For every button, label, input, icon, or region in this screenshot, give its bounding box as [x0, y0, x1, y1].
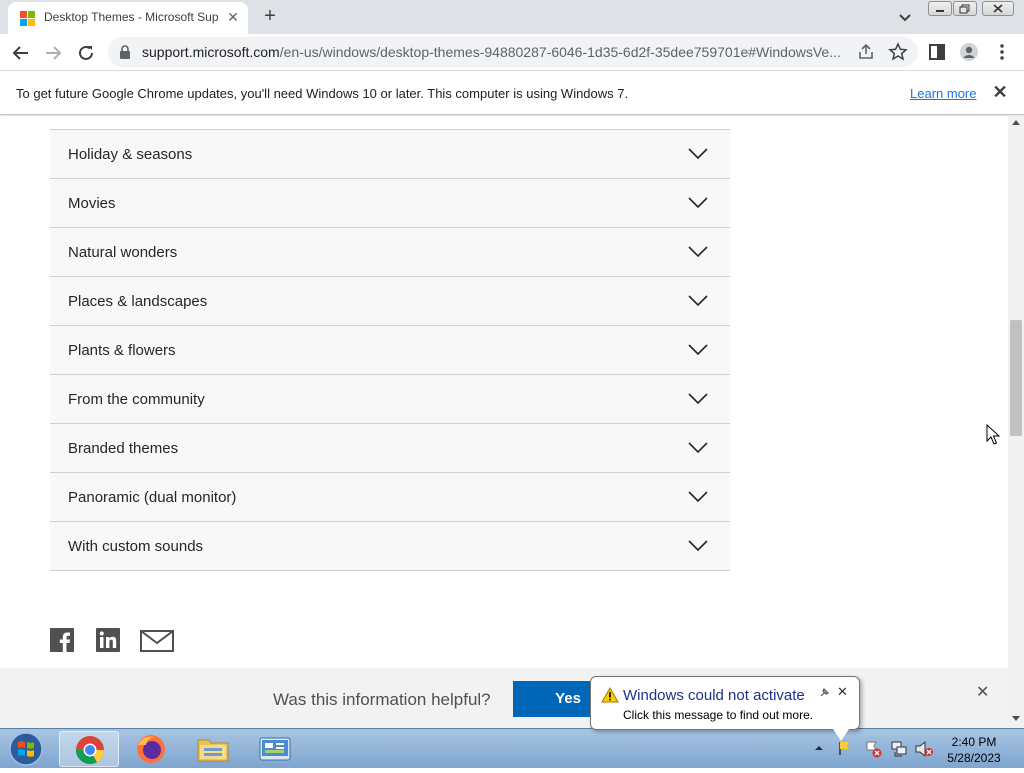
url-host: support.microsoft.com	[142, 44, 280, 60]
volume-muted-icon[interactable]	[914, 740, 934, 758]
start-button[interactable]	[6, 731, 46, 767]
infobar-close-icon[interactable]: ✕	[991, 83, 1009, 101]
facebook-icon[interactable]	[50, 628, 74, 652]
share-icon[interactable]	[856, 42, 876, 62]
mouse-cursor-icon	[986, 424, 1000, 445]
windows-taskbar: 2:40 PM 5/28/2023	[0, 728, 1024, 768]
menu-kebab-icon[interactable]	[992, 42, 1012, 62]
learn-more-link[interactable]: Learn more	[910, 86, 976, 101]
chevron-down-icon	[688, 393, 708, 405]
browser-tab-strip: Desktop Themes - Microsoft Sup ✕ +	[0, 0, 1024, 34]
balloon-message: Click this message to find out more.	[623, 708, 814, 722]
taskbar-chrome-button[interactable]	[59, 731, 119, 767]
forward-icon[interactable]	[40, 40, 66, 66]
profile-avatar-icon[interactable]	[959, 42, 979, 62]
window-close-button[interactable]	[982, 1, 1014, 16]
accordion-item-from-the-community[interactable]: From the community	[50, 375, 730, 424]
accordion-item-label: Branded themes	[68, 440, 179, 457]
taskbar-firefox-button[interactable]	[121, 731, 181, 767]
accordion-item-label: Holiday & seasons	[68, 146, 193, 163]
infobar-message: To get future Google Chrome updates, you…	[16, 86, 629, 101]
accordion-item-holiday-seasons[interactable]: Holiday & seasons	[50, 130, 730, 179]
accordion-item-natural-wonders[interactable]: Natural wonders	[50, 228, 730, 277]
browser-toolbar: support.microsoft.com/en-us/windows/desk…	[0, 34, 1024, 71]
show-hidden-icons-arrow-icon[interactable]	[814, 743, 824, 753]
browser-tab[interactable]: Desktop Themes - Microsoft Sup ✕	[8, 2, 248, 34]
network-icon[interactable]	[890, 740, 908, 758]
accordion-item-label: Plants & flowers	[68, 342, 176, 359]
tab-search-icon[interactable]	[896, 8, 914, 26]
security-warning-icon[interactable]	[864, 740, 882, 758]
url-text[interactable]: support.microsoft.com/en-us/windows/desk…	[142, 44, 842, 60]
warning-icon	[601, 687, 619, 703]
folder-icon	[197, 739, 229, 762]
email-icon[interactable]	[140, 630, 174, 652]
accordion-item-label: With custom sounds	[68, 538, 204, 555]
chevron-down-icon	[688, 540, 708, 552]
accordion-item-label: Panoramic (dual monitor)	[68, 489, 237, 506]
tab-close-icon[interactable]: ✕	[224, 8, 242, 26]
firefox-icon	[137, 735, 165, 763]
accordion-item-movies[interactable]: Movies	[50, 179, 730, 228]
back-icon[interactable]	[8, 40, 34, 66]
activation-notification-balloon[interactable]: Windows could not activate Click this me…	[590, 676, 860, 741]
accordion-item-plants-flowers[interactable]: Plants & flowers	[50, 326, 730, 375]
clock-time: 2:40 PM	[951, 735, 997, 749]
minimize-button[interactable]	[928, 1, 952, 16]
chevron-down-icon	[688, 442, 708, 454]
chrome-icon	[76, 736, 104, 764]
accordion-item-label: Natural wonders	[68, 244, 178, 261]
accordion-item-label: Places & landscapes	[68, 293, 208, 310]
address-bar[interactable]: support.microsoft.com/en-us/windows/desk…	[108, 37, 918, 67]
chevron-down-icon	[688, 491, 708, 503]
accordion-item-custom-sounds[interactable]: With custom sounds	[50, 522, 730, 571]
theme-category-accordion: Holiday & seasons Movies Natural wonders…	[50, 129, 730, 571]
balloon-tail	[833, 729, 849, 741]
taskbar-control-panel-button[interactable]	[245, 731, 305, 767]
balloon-title: Windows could not activate	[623, 687, 805, 704]
scrollbar-thumb[interactable]	[1010, 320, 1022, 436]
pin-icon[interactable]	[819, 686, 831, 698]
taskbar-explorer-button[interactable]	[183, 731, 243, 767]
taskbar-clock[interactable]: 2:40 PM 5/28/2023	[936, 734, 1012, 766]
action-center-flag-icon[interactable]	[836, 739, 854, 757]
reload-icon[interactable]	[73, 40, 99, 66]
page-scrollbar[interactable]	[1008, 116, 1024, 728]
scroll-up-arrow-icon[interactable]	[1012, 120, 1020, 125]
balloon-close-icon[interactable]: ✕	[837, 684, 848, 700]
accordion-item-label: From the community	[68, 391, 205, 408]
chevron-down-icon	[688, 295, 708, 307]
clock-date: 5/28/2023	[947, 751, 1001, 765]
new-tab-button[interactable]: +	[259, 6, 281, 28]
accordion-item-branded-themes[interactable]: Branded themes	[50, 424, 730, 473]
update-infobar: To get future Google Chrome updates, you…	[0, 72, 1024, 115]
chevron-down-icon	[688, 148, 708, 160]
tab-title: Desktop Themes - Microsoft Sup	[44, 10, 219, 24]
bookmark-star-icon[interactable]	[888, 42, 908, 62]
restore-button[interactable]	[953, 1, 977, 16]
scroll-down-arrow-icon[interactable]	[1012, 716, 1020, 721]
feedback-question: Was this information helpful?	[273, 690, 491, 709]
page-content: Holiday & seasons Movies Natural wonders…	[0, 116, 1008, 728]
accordion-item-places-landscapes[interactable]: Places & landscapes	[50, 277, 730, 326]
chevron-down-icon	[688, 197, 708, 209]
accordion-item-label: Movies	[68, 195, 116, 212]
microsoft-logo-icon	[20, 11, 36, 27]
side-panel-icon[interactable]	[927, 42, 947, 62]
linkedin-icon[interactable]	[96, 628, 120, 652]
lock-icon[interactable]	[118, 45, 132, 59]
url-path: /en-us/windows/desktop-themes-94880287-6…	[279, 44, 841, 60]
chevron-down-icon	[688, 344, 708, 356]
feedback-close-icon[interactable]: ✕	[976, 682, 989, 702]
control-panel-icon	[259, 737, 291, 761]
chevron-down-icon	[688, 246, 708, 258]
accordion-item-panoramic[interactable]: Panoramic (dual monitor)	[50, 473, 730, 522]
